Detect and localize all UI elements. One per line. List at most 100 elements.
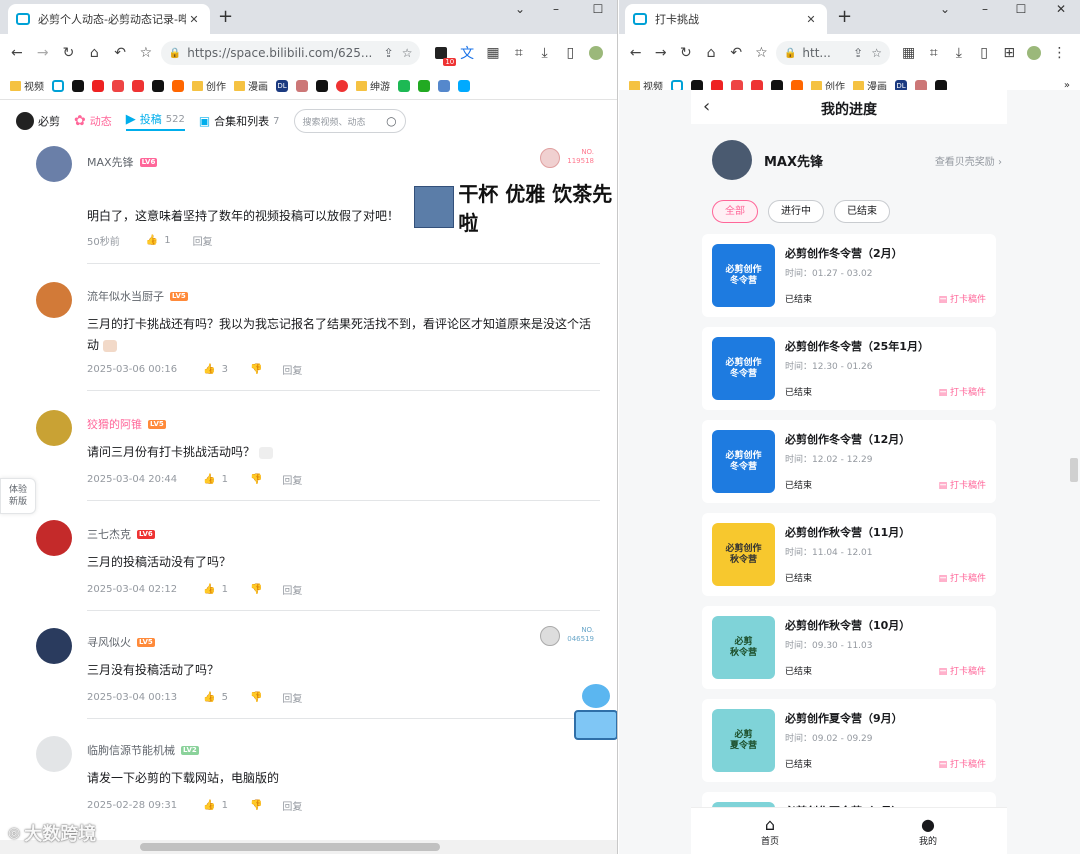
home-icon[interactable]: ⌂ bbox=[700, 42, 721, 64]
extensions-icon[interactable]: ⊞ bbox=[999, 42, 1020, 64]
new-tab-icon[interactable]: + bbox=[218, 6, 233, 27]
campaign-card[interactable]: 必剪 秋令营 必剪创作秋令营（10月） 时间：09.30 - 11.03 已结束 ▤ 打… bbox=[702, 606, 996, 689]
campaign-card[interactable]: 必剪创作 冬令营 必剪创作冬令营（25年1月） 时间：12.30 - 01.26 已结… bbox=[702, 327, 996, 410]
comment-author[interactable]: MAX先锋 LV6 bbox=[87, 154, 158, 170]
tiktok-bookmark-icon[interactable] bbox=[72, 79, 84, 92]
blue-bookmark-icon[interactable] bbox=[458, 79, 470, 92]
new-tab-icon[interactable]: + bbox=[837, 6, 852, 27]
translate-icon[interactable]: 文 bbox=[456, 42, 478, 64]
checkin-works-link[interactable]: ▤ 打卡稿件 bbox=[939, 571, 986, 584]
comment-author[interactable]: 寻风似火 LV5 bbox=[87, 634, 155, 650]
thumbs-up-icon[interactable]: 👍 bbox=[203, 800, 215, 811]
undo-icon[interactable]: ↶ bbox=[726, 42, 747, 64]
reload-icon[interactable]: ↻ bbox=[58, 42, 80, 64]
thumbs-up-icon[interactable]: 👍 bbox=[203, 474, 215, 485]
qr-icon[interactable]: ▦ bbox=[482, 42, 504, 64]
star-icon[interactable]: ☆ bbox=[751, 42, 772, 64]
thumbs-down-icon[interactable]: 👎 bbox=[250, 692, 262, 703]
extension-icon[interactable]: 10 bbox=[430, 42, 457, 66]
scrollbar-thumb[interactable] bbox=[140, 843, 440, 851]
green-bookmark-icon[interactable] bbox=[418, 79, 430, 92]
red-bookmark-icon[interactable] bbox=[92, 79, 104, 92]
crop-icon[interactable]: ⌗ bbox=[923, 42, 944, 64]
reload-icon[interactable]: ↻ bbox=[675, 42, 696, 64]
search-icon[interactable]: ○ bbox=[386, 114, 396, 128]
bookmark-folder[interactable]: 绅游 bbox=[356, 78, 390, 93]
comment-author[interactable]: 临朐信源节能机械 LV2 bbox=[87, 742, 199, 758]
avatar[interactable] bbox=[36, 520, 72, 556]
avatar[interactable] bbox=[36, 736, 72, 772]
x-bookmark-icon[interactable] bbox=[316, 79, 328, 92]
minimize-icon[interactable]: – bbox=[971, 0, 999, 18]
download-icon[interactable]: ⤓ bbox=[948, 42, 969, 64]
thumbs-down-icon[interactable]: 👎 bbox=[250, 364, 262, 375]
thumbs-down-icon[interactable]: 👎 bbox=[250, 800, 262, 811]
thumbs-up-icon[interactable]: 👍 bbox=[203, 584, 215, 595]
bookmark-folder[interactable]: 视频 bbox=[10, 78, 44, 93]
back-arrow-icon[interactable]: ← bbox=[6, 42, 28, 64]
bookmark-star-icon[interactable]: ☆ bbox=[402, 46, 413, 60]
avatar[interactable] bbox=[36, 146, 72, 182]
avatar[interactable] bbox=[712, 140, 752, 180]
undo-icon[interactable]: ↶ bbox=[109, 42, 131, 64]
comment-author[interactable]: 狡猾的阿锥 LV5 bbox=[87, 416, 166, 432]
forward-arrow-icon[interactable]: → bbox=[650, 42, 671, 64]
more-menu-icon[interactable]: ⋮ bbox=[1049, 42, 1070, 64]
nav-dynamics[interactable]: ✿ 动态 bbox=[74, 113, 112, 129]
comment-author[interactable]: 三七杰克 LV6 bbox=[87, 526, 155, 542]
ball-bookmark-icon[interactable] bbox=[296, 79, 308, 92]
checkin-works-link[interactable]: ▤ 打卡稿件 bbox=[939, 757, 986, 770]
profile-avatar[interactable] bbox=[1024, 42, 1045, 64]
address-bar[interactable]: 🔒 htt... ⇪ ☆ bbox=[775, 41, 890, 65]
home-icon[interactable]: ⌂ bbox=[83, 42, 105, 64]
avatar[interactable] bbox=[36, 282, 72, 318]
reply-button[interactable]: 回复 bbox=[282, 472, 302, 487]
filter-ongoing[interactable]: 进行中 bbox=[768, 200, 824, 223]
red-bookmark-icon[interactable] bbox=[112, 79, 124, 92]
blue-bookmark-icon[interactable] bbox=[438, 79, 450, 92]
bilibili-bookmark-icon[interactable] bbox=[52, 79, 64, 92]
checkin-works-link[interactable]: ▤ 打卡稿件 bbox=[939, 385, 986, 398]
thumbs-up-icon[interactable]: 👍 bbox=[203, 364, 215, 375]
avatar[interactable] bbox=[36, 628, 72, 664]
try-new-version-button[interactable]: 体验 新版 bbox=[0, 478, 36, 514]
profile-avatar[interactable] bbox=[585, 42, 607, 64]
close-tab-icon[interactable]: ✕ bbox=[186, 13, 202, 26]
qr-icon[interactable]: ▦ bbox=[898, 42, 919, 64]
filter-ended[interactable]: 已结束 bbox=[834, 200, 890, 223]
avatar[interactable] bbox=[36, 410, 72, 446]
nav-home[interactable]: ⌂ 首页 bbox=[691, 808, 849, 854]
browser-tab[interactable]: 必剪个人动态-必剪动态记录-哔哩 ✕ bbox=[8, 4, 210, 34]
download-icon[interactable]: ⤓ bbox=[534, 42, 556, 64]
checkin-works-link[interactable]: ▤ 打卡稿件 bbox=[939, 664, 986, 677]
vertical-scrollbar-thumb[interactable] bbox=[1070, 458, 1078, 482]
share-icon[interactable]: ⇪ bbox=[853, 46, 863, 60]
star-icon[interactable]: ☆ bbox=[135, 42, 157, 64]
close-window-icon[interactable]: ✕ bbox=[1047, 0, 1075, 18]
bookmark-star-icon[interactable]: ☆ bbox=[871, 46, 882, 60]
address-bar[interactable]: 🔒 https://space.bilibili.com/625... ⇪ ☆ bbox=[160, 41, 421, 65]
crop-icon[interactable]: ⌗ bbox=[508, 42, 530, 64]
reply-button[interactable]: 回复 bbox=[282, 362, 302, 377]
thumbs-down-icon[interactable]: 👎 bbox=[250, 584, 262, 595]
reply-button[interactable]: 回复 bbox=[282, 798, 302, 813]
bookmark-folder[interactable]: 漫画 bbox=[234, 78, 268, 93]
thumbs-up-icon[interactable]: 👍 bbox=[203, 692, 215, 703]
red-circle-bookmark-icon[interactable] bbox=[336, 79, 348, 92]
sidepanel-icon[interactable]: ▯ bbox=[973, 42, 994, 64]
close-tab-icon[interactable]: ✕ bbox=[803, 13, 819, 26]
campaign-card[interactable]: 必剪创作 冬令营 必剪创作冬令营（2月） 时间：01.27 - 03.02 已结束 ▤ … bbox=[702, 234, 996, 317]
thumbs-up-icon[interactable]: 👍 bbox=[146, 235, 158, 246]
nav-collections[interactable]: ▣ 合集和列表 7 bbox=[199, 113, 280, 129]
campaign-card[interactable]: 必剪创作 冬令营 必剪创作冬令营（12月） 时间：12.02 - 12.29 已结束 ▤… bbox=[702, 420, 996, 503]
sidepanel-icon[interactable]: ▯ bbox=[559, 42, 581, 64]
campaign-card[interactable]: 必剪 夏令营 必剪创作夏令营（9月） 时间：09.02 - 09.29 已结束 ▤ 打卡… bbox=[702, 699, 996, 782]
red-bookmark-icon[interactable] bbox=[132, 79, 144, 92]
bilibili-mascot[interactable] bbox=[574, 684, 617, 744]
campaign-card[interactable]: 必剪创作 秋令营 必剪创作秋令营（11月） 时间：11.04 - 12.01 已结束 ▤… bbox=[702, 513, 996, 596]
forward-arrow-icon[interactable]: → bbox=[32, 42, 54, 64]
nav-home-bijian[interactable]: 必剪 bbox=[16, 112, 60, 130]
bookmark-folder[interactable]: 创作 bbox=[192, 78, 226, 93]
share-icon[interactable]: ⇪ bbox=[384, 46, 394, 60]
music-bookmark-icon[interactable] bbox=[398, 79, 410, 92]
